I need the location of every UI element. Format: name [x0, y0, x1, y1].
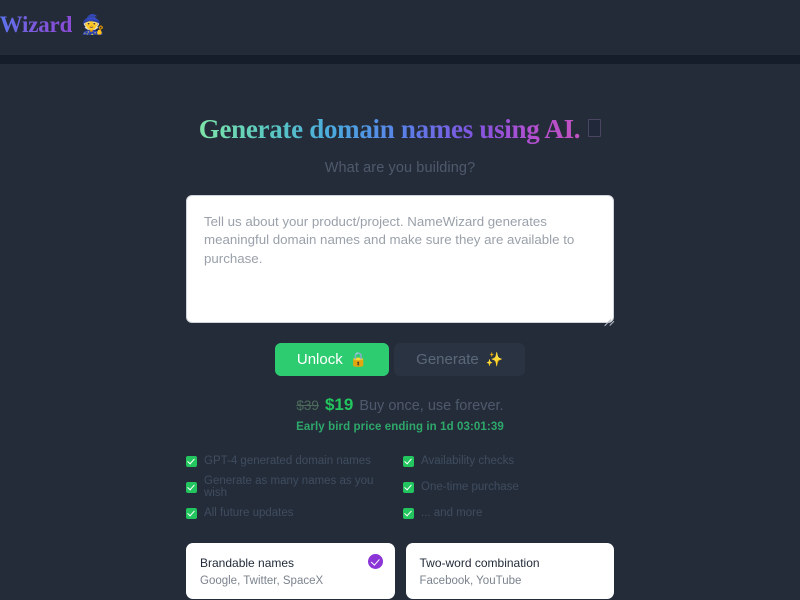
missing-glyph-icon [588, 119, 602, 137]
check-icon [186, 507, 197, 519]
generate-button-label: Generate [416, 351, 479, 368]
feature-label: GPT-4 generated domain names [204, 455, 371, 467]
feature-item: GPT-4 generated domain names [186, 455, 397, 467]
option-card-examples: Google, Twitter, SpaceX [200, 575, 324, 587]
option-card-title: Brandable names [200, 556, 295, 570]
unlock-button[interactable]: Unlock 🔒 [274, 343, 390, 376]
generate-button[interactable]: Generate ✨ [394, 343, 526, 376]
feature-item: Generate as many names as you wish [186, 475, 397, 499]
wizard-icon: 🧙 [81, 14, 105, 36]
feature-label: Generate as many names as you wish [204, 475, 374, 499]
sparkles-icon: ✨ [485, 351, 504, 367]
feature-label: One-time purchase [421, 481, 519, 493]
main-content: Generate domain names using AI. What are… [0, 64, 800, 600]
prompt-field-wrapper [186, 195, 614, 327]
feature-item: Availability checks [403, 455, 614, 467]
page-title-text: Generate domain names using AI. [198, 114, 581, 144]
pricing-row: $39 $19 Buy once, use forever. [296, 395, 503, 415]
brand-name: NameWizard [0, 12, 72, 38]
check-icon [186, 481, 197, 493]
price-original: $39 [296, 398, 319, 413]
feature-item: All future updates [186, 507, 397, 519]
page-title: Generate domain names using AI. [198, 114, 602, 145]
feature-label: ... and more [421, 507, 483, 519]
lock-icon: 🔒 [349, 351, 368, 367]
name-style-options: Brandable names Google, Twitter, SpaceX … [186, 543, 614, 599]
check-icon [186, 455, 197, 467]
prompt-input[interactable] [186, 195, 614, 323]
header-divider [0, 55, 800, 64]
price-current: $19 [324, 395, 354, 414]
action-buttons: Unlock 🔒 Generate ✨ [274, 343, 526, 376]
prompt-label: What are you building? [324, 160, 476, 176]
option-card-examples: Facebook, YouTube [419, 575, 522, 587]
feature-label: Availability checks [421, 455, 515, 467]
option-card-two-word[interactable]: Two-word combination Facebook, YouTube [405, 543, 614, 599]
unlock-button-label: Unlock [296, 351, 343, 368]
check-icon [403, 481, 414, 493]
countdown-timer: Early bird price ending in 1d 03:01:39 [296, 421, 504, 433]
feature-label: All future updates [204, 507, 294, 519]
option-card-brandable[interactable]: Brandable names Google, Twitter, SpaceX [186, 543, 395, 599]
feature-item: ... and more [403, 507, 614, 519]
feature-list: GPT-4 generated domain names Availabilit… [186, 455, 614, 519]
selected-check-icon [367, 554, 383, 569]
option-card-title: Two-word combination [419, 556, 540, 570]
brand-logo[interactable]: NameWizard 🧙 [0, 12, 105, 38]
check-icon [403, 507, 414, 519]
price-note: Buy once, use forever. [359, 398, 504, 414]
feature-item: One-time purchase [403, 475, 614, 499]
check-icon [403, 455, 414, 467]
app-header: NameWizard 🧙 [0, 0, 800, 55]
